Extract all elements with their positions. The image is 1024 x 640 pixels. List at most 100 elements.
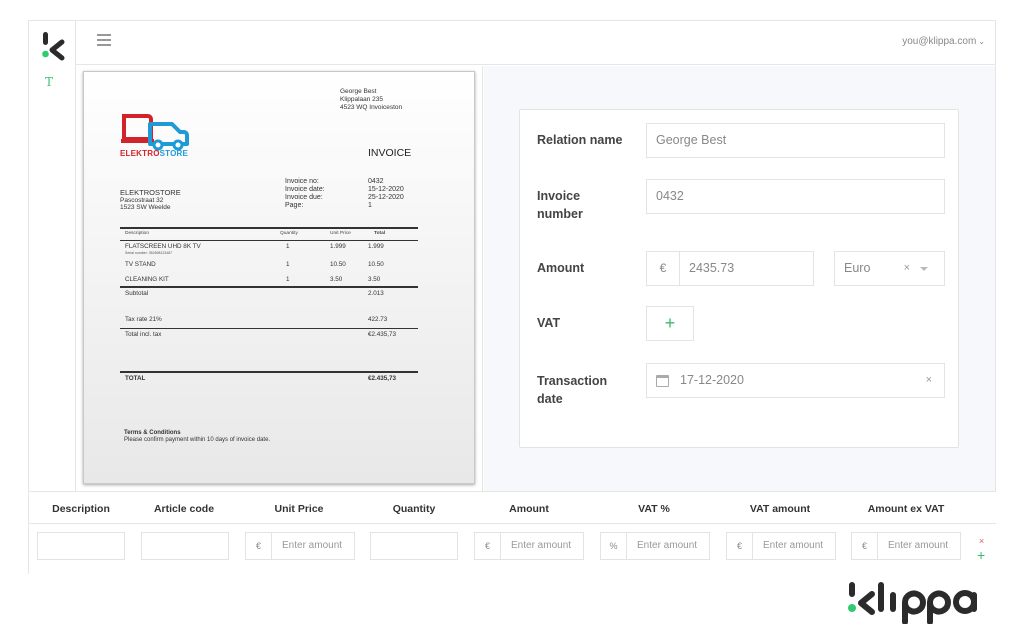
col-quantity: Quantity [280, 230, 298, 236]
meta-label: Invoice due: [285, 194, 323, 201]
invoice-table-header: Description Quantity Unit Price Total [120, 229, 418, 240]
total-incl-tax-row: Total incl. tax €2.435,73 [120, 329, 418, 371]
hamburger-menu-icon[interactable] [97, 34, 111, 48]
invoice-form-card: Relation name George Best Invoice number… [519, 109, 959, 448]
plus-icon: + [664, 313, 676, 333]
item-unit-price: 1.999 [330, 243, 346, 250]
placeholder: Enter amount [282, 540, 343, 551]
clear-date-icon[interactable]: × [926, 364, 932, 397]
label-line: Invoice [537, 189, 581, 203]
meta-label: Page: [285, 202, 304, 209]
invoice-terms: Terms & Conditions Please confirm paymen… [124, 430, 270, 444]
subtotal-value: 2.013 [368, 289, 384, 297]
item-unit-price: 10.50 [330, 261, 346, 268]
euro-addon: € [727, 533, 753, 559]
seller-name: ELEKTROSTORE [120, 188, 181, 197]
amount-ex-vat-input[interactable]: € Enter amount [851, 532, 961, 560]
item-total: 1.999 [368, 243, 384, 250]
percent-addon: % [601, 533, 627, 559]
grand-total-label: TOTAL [125, 374, 146, 382]
brand-part1: ELEKTRO [120, 149, 160, 158]
klippa-logo-icon[interactable] [40, 31, 66, 61]
invoice-brand-name: ELEKTROSTORE [120, 149, 188, 158]
invoice-meta-values: 0432 15-12-2020 25-12-2020 1 [368, 178, 404, 210]
article-code-input[interactable] [141, 532, 229, 560]
terms-text: Please confirm payment within 10 days of… [124, 437, 271, 443]
document-preview-pane: George Best Klippalaan 235 4523 WQ Invoi… [76, 66, 483, 491]
amount-input[interactable]: € Enter amount [474, 532, 584, 560]
tax-label: Tax rate 21% [125, 315, 162, 323]
remove-row-icon[interactable]: × [979, 536, 984, 546]
clear-currency-icon[interactable]: × [904, 252, 910, 285]
header-vat-amount: VAT amount [749, 503, 811, 515]
recipient-city: 4523 WQ Invoiceston [340, 104, 403, 111]
add-vat-button[interactable]: + [646, 306, 694, 341]
placeholder: Enter amount [763, 540, 824, 551]
description-input[interactable] [37, 532, 125, 560]
invoice-meta-labels: Invoice no: Invoice date: Invoice due: P… [285, 178, 325, 210]
form-pane: Relation name George Best Invoice number… [484, 66, 995, 491]
seller-city: 1523 SW Weelde [120, 204, 171, 211]
vat-amount-input[interactable]: € Enter amount [726, 532, 836, 560]
meta-label: Invoice date: [285, 186, 325, 193]
currency-value: Euro [844, 261, 871, 275]
item-quantity: 1 [286, 261, 290, 268]
transaction-date-value: 17-12-2020 [680, 373, 744, 387]
placeholder: Enter amount [511, 540, 572, 551]
recipient-name: George Best [340, 88, 377, 95]
invoice-number-label: Invoice number [537, 187, 583, 223]
tax-value: 422.73 [368, 315, 388, 323]
chevron-down-icon: ⌄ [978, 37, 985, 46]
calendar-icon[interactable] [656, 375, 669, 387]
top-header: you@klippa.com ⌄ [76, 21, 995, 65]
item-quantity: 1 [286, 243, 290, 250]
grand-total-value: €2.435,73 [368, 374, 397, 382]
item-description: CLEANING KIT [125, 276, 169, 283]
header-quantity: Quantity [392, 503, 436, 515]
item-unit-price: 3.50 [330, 276, 343, 283]
col-total: Total [374, 230, 386, 236]
label-line: number [537, 207, 583, 221]
line-items-table: Description Article code Unit Price Quan… [29, 491, 996, 575]
vat-label: VAT [537, 316, 561, 330]
placeholder: Enter amount [637, 540, 698, 551]
euro-addon: € [246, 533, 272, 559]
invoice-item-row: TV STAND 1 10.50 10.50 [120, 259, 418, 274]
unit-price-input[interactable]: € Enter amount [245, 532, 355, 560]
total-incl-value: €2.435,73 [368, 331, 397, 338]
header-article-code: Article code [153, 503, 215, 515]
vat-percent-input[interactable]: % Enter amount [600, 532, 710, 560]
invoice-title: INVOICE [368, 147, 412, 159]
item-description: TV STAND [125, 261, 156, 268]
add-row-icon[interactable]: + [977, 547, 985, 563]
recipient-street: Klippalaan 235 [340, 96, 384, 103]
klippa-wordmark-logo [848, 582, 977, 624]
left-rail: T [29, 21, 76, 491]
invoice-recipient-address: George Best Klippalaan 235 4523 WQ Invoi… [340, 88, 402, 112]
meta-value: 1 [368, 202, 372, 209]
meta-value: 0432 [368, 178, 384, 185]
relation-name-input[interactable]: George Best [646, 123, 945, 158]
currency-select[interactable]: Euro × [834, 251, 945, 286]
grand-total-row: TOTAL €2.435,73 [120, 373, 418, 385]
relation-name-label: Relation name [537, 133, 623, 147]
invoice-number-input[interactable]: 0432 [646, 179, 945, 214]
placeholder: Enter amount [888, 540, 949, 551]
amount-input[interactable]: € 2435.73 [646, 251, 814, 286]
quantity-input[interactable] [370, 532, 458, 560]
item-total: 3.50 [368, 276, 381, 283]
transaction-date-input[interactable]: 17-12-2020 × [646, 363, 945, 398]
seller-street: Pascostraat 32 [120, 196, 164, 204]
brand-part2: STORE [159, 149, 189, 158]
line-items-header: Description Article code Unit Price Quan… [29, 492, 996, 524]
caret-down-icon[interactable] [920, 267, 928, 271]
header-amount: Amount [509, 503, 549, 515]
header-unit-price: Unit Price [274, 503, 324, 515]
header-description: Description [52, 503, 110, 515]
text-tool-icon[interactable]: T [45, 75, 53, 89]
label-line: date [537, 392, 563, 406]
item-total: 10.50 [368, 261, 384, 268]
user-menu[interactable]: you@klippa.com ⌄ [902, 36, 985, 47]
subtotal-label: Subtotal [125, 289, 149, 297]
item-description: FLATSCREEN UHD 8K TV [125, 243, 201, 250]
